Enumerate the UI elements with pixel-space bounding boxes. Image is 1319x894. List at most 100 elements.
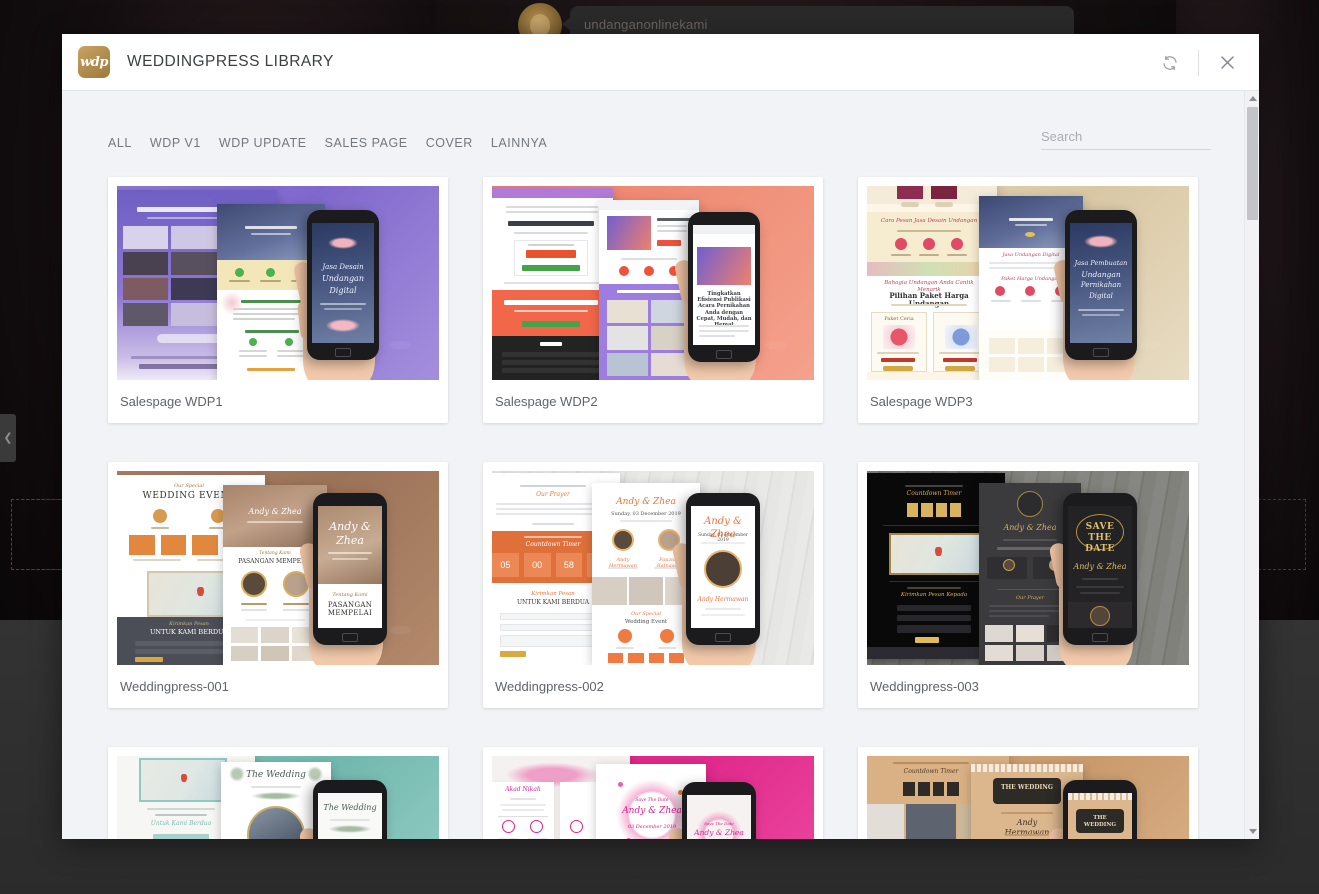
- category-tabs: ALL WDP V1 WDP UPDATE SALES PAGE COVER L…: [108, 136, 556, 150]
- scrollbar-thumb[interactable]: [1247, 107, 1258, 220]
- header-divider: [1198, 49, 1199, 76]
- thumb-phone-headline: Tingkatkan Efisiensi Publikasi Acara Per…: [696, 291, 752, 328]
- thumb-phone-groom: Andy Hermawan: [697, 596, 749, 603]
- thumb-phone-sub: Tentang Kami: [332, 592, 368, 598]
- modal-header-actions: [1150, 34, 1247, 91]
- thumb-couple: Andy & Zhea: [1003, 523, 1057, 532]
- library-card[interactable]: Jasa Desain Undangan Digital Salespage W…: [108, 177, 448, 423]
- library-card[interactable]: Tingkatkan Efisiensi Publikasi Acara Per…: [483, 177, 823, 423]
- thumb-phone-couple: Andy & Zhea: [694, 828, 744, 837]
- thumb-date: Sunday, 03 December 2019: [611, 511, 681, 517]
- thumb-save-label: Save The Date: [635, 798, 669, 803]
- thumb-couple: Andy & Zhea: [248, 507, 302, 516]
- countdown-days: 05: [492, 553, 519, 577]
- thumb-pricing-heading: Pilihan Paket Harga Undangan: [889, 291, 969, 308]
- card-label: Weddingpress-001: [120, 679, 229, 694]
- thumb-phone-line2: Undangan: [1081, 270, 1121, 279]
- thumb-couple: Andy & Zhea: [616, 497, 676, 507]
- thumb-phone-line3: Digital: [329, 286, 357, 295]
- wdp-logo-text: wdp: [80, 54, 108, 70]
- thumb-art-pink: Akad Nikah THE WEDDING OF: [492, 756, 814, 839]
- tab-cover[interactable]: COVER: [417, 136, 482, 150]
- thumb-phone-line4: Digital: [1089, 292, 1113, 300]
- caret-down-icon: [1248, 829, 1257, 834]
- thumb-art-kraft: Countdown Timer Our Prayer: [867, 756, 1189, 839]
- modal-title: WEDDINGPRESS LIBRARY: [127, 53, 334, 70]
- thumb-phone-line1: Jasa Pembuatan: [1074, 259, 1128, 267]
- search-input[interactable]: [1041, 129, 1217, 144]
- card-thumbnail: Our Prayer Countdown Timer 05 00 58 Kiri…: [492, 471, 814, 665]
- thumb-badge: THE WEDDING: [1001, 784, 1053, 791]
- thumb-art-coral: Tingkatkan Efisiensi Publikasi Acara Per…: [492, 186, 814, 380]
- card-label: Salespage WDP1: [120, 394, 223, 409]
- tab-lainnya[interactable]: LAINNYA: [482, 136, 556, 150]
- thumb-phone-couple: Andy & Zhea: [329, 520, 371, 547]
- thumb-phone-title: The Wedding: [323, 803, 377, 812]
- library-card[interactable]: Countdown Timer Our Prayer: [858, 747, 1198, 839]
- card-thumbnail: Untuk Kami Berdua The Wedding The Weddin…: [117, 756, 439, 839]
- thumb-date: 03 December 2019: [627, 824, 677, 830]
- content-scrollbar[interactable]: [1244, 91, 1259, 839]
- thumb-art-orange-wood: Our Prayer Countdown Timer 05 00 58 Kiri…: [492, 471, 814, 665]
- sidebar-collapse-toggle[interactable]: ❮: [0, 414, 16, 462]
- countdown-minutes: 58: [555, 553, 583, 577]
- thumb-phone-line3: Pernikahan: [1080, 281, 1122, 289]
- card-thumbnail: Tingkatkan Efisiensi Publikasi Acara Per…: [492, 186, 814, 380]
- thumb-phone-couple: Andy & Zhea: [1073, 562, 1127, 571]
- tab-all[interactable]: ALL: [108, 136, 141, 150]
- caret-up-icon: [1248, 96, 1257, 101]
- refresh-icon: [1163, 55, 1177, 70]
- close-icon: [1220, 56, 1234, 69]
- chat-avatar-glyph: [530, 14, 550, 36]
- card-thumbnail: Jasa Desain Undangan Digital: [117, 186, 439, 380]
- card-thumbnail: Our Special WEDDING EVENT Kirimkan Pesan…: [117, 471, 439, 665]
- backdrop-dashed-box: [11, 499, 66, 570]
- wdp-logo: wdp: [78, 46, 110, 78]
- tab-wdp-update[interactable]: WDP UPDATE: [210, 136, 316, 150]
- card-label: Weddingpress-002: [495, 679, 604, 694]
- weddingpress-library-modal: wdp WEDDINGPRESS LIBRARY ALL WDP V1 WDP …: [62, 34, 1259, 839]
- library-card[interactable]: Our Prayer Countdown Timer 05 00 58 Kiri…: [483, 462, 823, 708]
- thumb-art-purple: Jasa Desain Undangan Digital: [117, 186, 439, 380]
- search-field[interactable]: [1041, 129, 1217, 150]
- close-button[interactable]: [1207, 43, 1247, 83]
- thumb-phone-line1: Jasa Desain: [322, 263, 364, 271]
- card-thumbnail: Cara Pesan Jasa Desain Undangan Bahagia …: [867, 186, 1189, 380]
- countdown-hours: 00: [523, 553, 551, 577]
- card-label: Weddingpress-003: [870, 679, 979, 694]
- library-grid: Jasa Desain Undangan Digital Salespage W…: [62, 177, 1259, 839]
- thumb-package-name: Paket Ceria: [884, 316, 914, 322]
- thumb-art-teal: Untuk Kami Berdua The Wedding The Weddin…: [117, 756, 439, 839]
- thumb-art-dark-gold: Countdown Timer Kirimkan Pesan Kepada An…: [867, 471, 1189, 665]
- thumb-phone-save: Save The Date: [704, 821, 734, 826]
- tab-sales-page[interactable]: SALES PAGE: [316, 136, 417, 150]
- modal-body: ALL WDP V1 WDP UPDATE SALES PAGE COVER L…: [62, 91, 1259, 839]
- library-card[interactable]: Untuk Kami Berdua The Wedding The Weddin…: [108, 747, 448, 839]
- card-thumbnail: Countdown Timer Kirimkan Pesan Kepada An…: [867, 471, 1189, 665]
- card-label: Salespage WDP2: [495, 394, 598, 409]
- card-thumbnail: Akad Nikah THE WEDDING OF: [492, 756, 814, 839]
- library-card[interactable]: Akad Nikah THE WEDDING OF: [483, 747, 823, 839]
- thumb-art-cream: Cara Pesan Jasa Desain Undangan Bahagia …: [867, 186, 1189, 380]
- thumb-phone-save: SAVE THE DATE: [1085, 522, 1115, 554]
- thumb-art-brown: Our Special WEDDING EVENT Kirimkan Pesan…: [117, 471, 439, 665]
- thumb-phone-line2: Undangan: [322, 274, 364, 283]
- library-card[interactable]: Our Special WEDDING EVENT Kirimkan Pesan…: [108, 462, 448, 708]
- library-card[interactable]: Countdown Timer Kirimkan Pesan Kepada An…: [858, 462, 1198, 708]
- tab-wdp-v1[interactable]: WDP V1: [141, 136, 210, 150]
- thumb-couple: Andy & Zhea: [622, 806, 682, 816]
- thumb-phone-title: PASANGAN MEMPELAI: [327, 601, 373, 618]
- library-card[interactable]: Cara Pesan Jasa Desain Undangan Bahagia …: [858, 177, 1198, 423]
- chat-bubble-name: undanganonlinekami: [584, 17, 708, 32]
- scroll-up-button[interactable]: [1245, 91, 1259, 106]
- library-toolbar: ALL WDP V1 WDP UPDATE SALES PAGE COVER L…: [62, 91, 1259, 177]
- scroll-down-button[interactable]: [1245, 824, 1259, 839]
- modal-header: wdp WEDDINGPRESS LIBRARY: [62, 34, 1259, 91]
- card-thumbnail: Countdown Timer Our Prayer: [867, 756, 1189, 839]
- thumb-heading: The Wedding: [246, 770, 306, 780]
- thumb-countdown-label: Countdown Timer: [525, 541, 581, 548]
- thumb-prayer: Our Prayer: [536, 491, 570, 498]
- thumb-phone-badge: THE WEDDING: [1083, 815, 1117, 828]
- card-label: Salespage WDP3: [870, 394, 973, 409]
- refresh-button[interactable]: [1150, 43, 1190, 83]
